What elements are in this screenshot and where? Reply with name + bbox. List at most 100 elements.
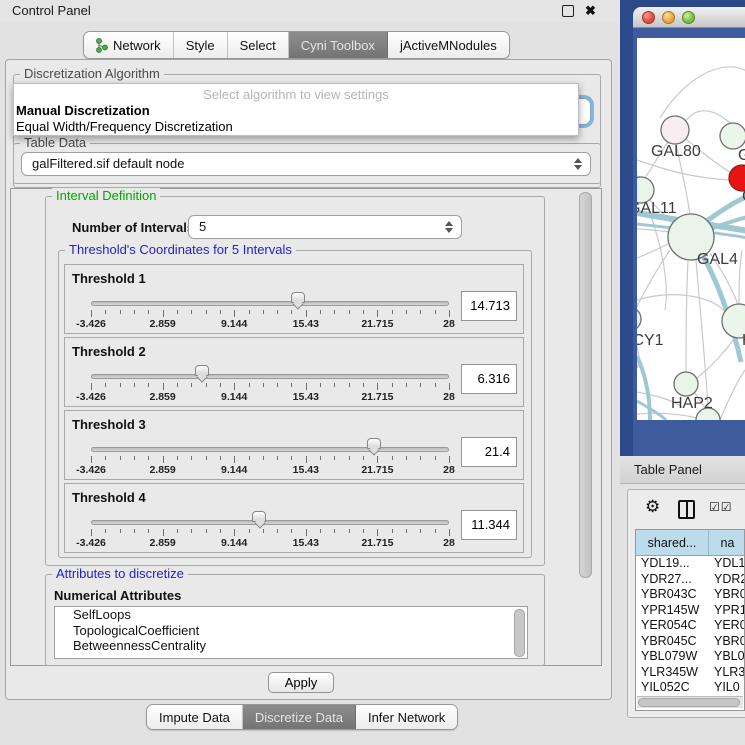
algorithm-dropdown-popup: Select algorithm to view settings Manual… [13,83,579,136]
attribute-list-item[interactable]: TopologicalCoefficient [55,623,527,639]
table-row[interactable]: YBR043CYBR0 [636,587,744,603]
minimize-window-icon[interactable] [662,11,675,24]
numerical-attributes-list[interactable]: SelfLoopsTopologicalCoefficientBetweenne… [54,606,528,659]
float-panel-icon[interactable] [562,5,574,17]
table-horizontal-scrollbar[interactable] [637,696,743,708]
node-top-right[interactable] [720,123,745,149]
table-row[interactable]: YPR145W YPR1 [636,603,744,619]
node-table: shared... na YDL19...YDL1YDR27...YDR2YBR… [635,529,745,711]
network-window-titlebar[interactable] [633,7,745,28]
node-hap2[interactable] [674,372,698,396]
slider-ticks [91,310,449,318]
node-gcy1[interactable] [637,307,641,331]
slider-ticks [91,383,449,391]
cell-name: YER0 [714,618,745,634]
tab-network-label: Network [113,38,161,53]
threshold-label: Threshold 1 [72,271,146,286]
threshold-panel-4: Threshold 4-3.4262.8599.14415.4321.71528… [64,483,524,553]
cell-shared-name: YDR27... [641,572,692,588]
table-row[interactable]: YBL079W YBL0 [636,649,744,665]
slider-track[interactable] [91,520,449,525]
panel-title: Control Panel [12,0,91,22]
apply-button[interactable]: Apply [268,672,334,693]
tab-discretize-data[interactable]: Discretize Data [243,705,356,729]
slider-handle[interactable] [367,438,381,449]
discretization-algorithm-group-label: Discretization Algorithm [20,66,164,81]
slider-handle[interactable] [195,365,209,376]
interval-definition-label: Interval Definition [52,188,160,203]
tab-infer-network[interactable]: Infer Network [356,705,457,729]
node-label-gal4: GAL4 [697,251,738,268]
number-of-intervals-value: 5 [199,216,206,238]
table-panel-titlebar: Table Panel [620,456,745,484]
gear-icon[interactable]: ⚙ [645,497,660,517]
table-row[interactable]: YDR27... YDR2 [636,572,744,588]
table-row[interactable]: YIL052CYIL0 [636,680,744,696]
cell-shared-name: YPR145W [641,603,699,619]
table-row[interactable]: YLR345W YLR3 [636,665,744,681]
threshold-panel-2: Threshold 2-3.4262.8599.14415.4321.71528… [64,337,524,407]
slider-ticks [91,529,449,537]
vertical-scrollbar[interactable] [579,192,592,578]
attribute-list-item[interactable]: BetweennessCentrality [55,638,527,654]
list-scrollbar[interactable] [514,609,525,657]
slider-handle[interactable] [252,511,266,522]
tab-jactivemnodules[interactable]: jActiveMNodules [388,32,509,58]
table-data-group-label: Table Data [20,135,90,150]
node-label-gal80: GAL80 [651,143,701,160]
threshold-value-field[interactable]: 6.316 [461,364,517,394]
table-panel-title: Table Panel [634,456,702,483]
column-header-shared-name[interactable]: shared... [636,530,709,556]
zoom-window-icon[interactable] [682,11,695,24]
dropdown-option-equal-width-frequency[interactable]: Equal Width/Frequency Discretization [16,119,233,134]
columns-icon[interactable] [678,500,695,519]
table-header-row: shared... na [636,530,745,556]
cell-name: YDL1 [714,556,745,572]
table-row[interactable]: YER054CYER0 [636,618,744,634]
scrollbar-thumb[interactable] [638,698,740,707]
tab-cyni-toolbox[interactable]: Cyni Toolbox [289,32,388,58]
cell-name: YBR0 [714,587,745,603]
threshold-value-field[interactable]: 21.4 [461,437,517,467]
slider-handle[interactable] [291,292,305,303]
table-row[interactable]: YDL19...YDL1 [636,556,744,572]
select-checkboxes-icon[interactable]: ☑☑ [709,500,733,514]
slider-track[interactable] [91,447,449,452]
tab-style[interactable]: Style [174,32,228,58]
node-label-hap2: HAP2 [671,395,713,412]
cell-name: YDR2 [714,572,745,588]
network-canvas[interactable]: GAL80 GA C GAL11 GAL4 GCY1 H HAP2 [637,38,745,420]
table-rows: YDL19...YDL1YDR27... YDR2YBR043CYBR0YPR14… [636,556,744,696]
combo-spinner-icon [445,220,453,234]
number-of-intervals-combobox[interactable]: 5 [188,215,462,239]
dropdown-option-manual-discretization[interactable]: Manual Discretization [16,103,150,118]
node-label-gcy1: GCY1 [637,332,664,349]
slider-track[interactable] [91,301,449,306]
numerical-attributes-label: Numerical Attributes [54,588,181,603]
tab-impute-data[interactable]: Impute Data [147,705,243,729]
close-panel-icon[interactable]: ✖ [585,2,596,20]
tab-select[interactable]: Select [228,32,289,58]
node-gal80[interactable] [661,116,689,144]
cell-name: YBR0 [714,634,745,650]
attribute-list-item[interactable]: SelfLoops [55,607,527,623]
cell-shared-name: YBL079W [641,649,697,665]
slider-track[interactable] [91,374,449,379]
column-header-name[interactable]: na [709,530,745,556]
tab-network[interactable]: Network [84,32,174,58]
slider-tick-labels: -3.4262.8599.14415.4321.71528 [91,391,449,403]
cell-shared-name: YLR345W [641,665,698,681]
threshold-label: Threshold 3 [72,417,146,432]
cell-shared-name: YIL052C [641,680,690,696]
cell-shared-name: YBR045C [641,634,697,650]
threshold-value-field[interactable]: 14.713 [461,291,517,321]
table-data-combobox[interactable]: galFiltered.sif default node [21,152,591,176]
cell-name: YPR1 [714,603,745,619]
threshold-value-field[interactable]: 11.344 [461,510,517,540]
network-graph: GAL80 GA C GAL11 GAL4 GCY1 H HAP2 [637,38,745,420]
close-window-icon[interactable] [642,11,655,24]
cell-name: YBL0 [714,649,745,665]
cell-name: YLR3 [714,665,745,681]
table-row[interactable]: YBR045C YBR0 [636,634,744,650]
threshold-panel-3: Threshold 3-3.4262.8599.14415.4321.71528… [64,410,524,480]
